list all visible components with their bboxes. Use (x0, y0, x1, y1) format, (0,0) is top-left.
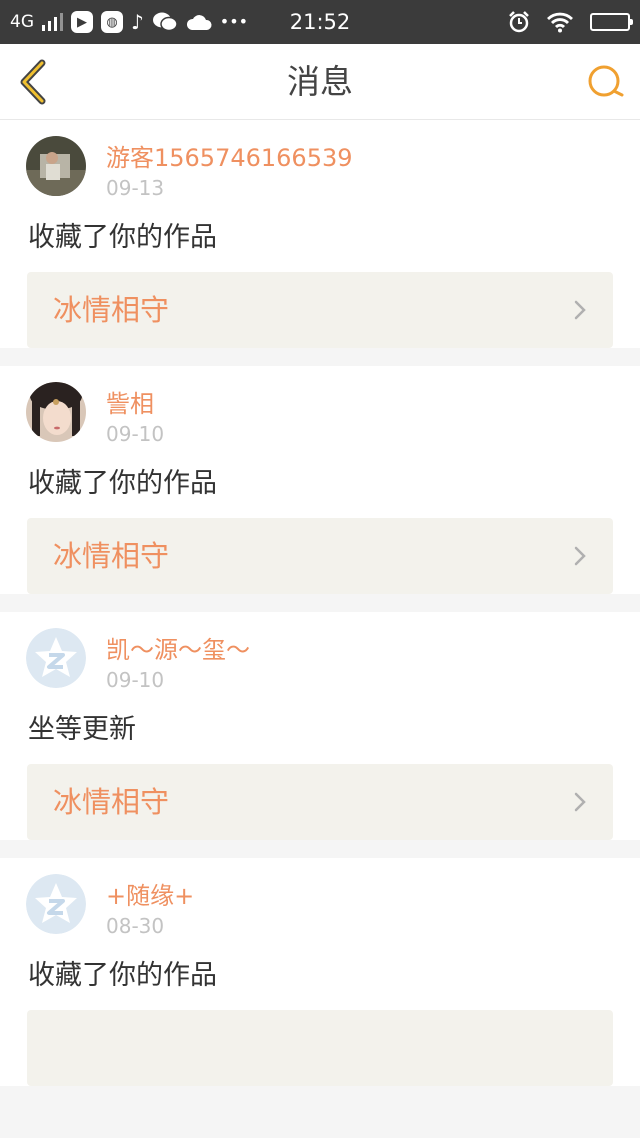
message-text: 收藏了你的作品 (28, 222, 217, 253)
chevron-right-icon (574, 792, 586, 812)
work-link[interactable] (27, 1010, 613, 1086)
message-text: 坐等更新 (28, 714, 136, 745)
message-date: 09-10 (106, 668, 165, 692)
message-card: +随缘+ 08-30 收藏了你的作品 (0, 858, 640, 1086)
work-link[interactable]: 冰情相守 (27, 518, 613, 594)
chevron-right-icon (574, 546, 586, 566)
page-title: 消息 (287, 62, 353, 101)
message-header: +随缘+ 08-30 (0, 858, 640, 948)
message-card: 游客1565746166539 09-13 收藏了你的作品 冰情相守 (0, 120, 640, 348)
status-bar: 4G ▶ ◍ ♪ ••• 21:52 (0, 0, 640, 44)
more-dots-icon: ••• (219, 12, 249, 31)
avatar[interactable] (26, 382, 86, 442)
work-link[interactable]: 冰情相守 (27, 272, 613, 348)
message-card: 訾相 09-10 收藏了你的作品 冰情相守 (0, 366, 640, 594)
default-qq-avatar-icon[interactable] (26, 874, 86, 934)
media-app-icon: ▶ (71, 11, 93, 33)
message-list: 游客1565746166539 09-13 收藏了你的作品 冰情相守 訾相 09… (0, 120, 640, 1104)
work-title: 冰情相守 (53, 785, 170, 819)
network-type: 4G (10, 12, 34, 32)
battery-icon (590, 13, 633, 31)
sender-name[interactable]: 凯～源～玺～ (106, 630, 250, 665)
message-header: 訾相 09-10 (0, 366, 640, 456)
status-right-group (508, 0, 633, 44)
signal-icon (42, 13, 63, 31)
work-title: 冰情相守 (53, 539, 170, 573)
sender-name[interactable]: 游客1565746166539 (106, 138, 353, 173)
music-app-icon: ♪ (131, 10, 144, 34)
cloud-icon (186, 15, 212, 30)
wechat-icon (152, 12, 178, 32)
top-nav-bar: 消息 (0, 44, 640, 120)
sender-name[interactable]: 訾相 (106, 384, 154, 419)
message-date: 09-10 (106, 422, 165, 446)
message-header: 凯～源～玺～ 09-10 (0, 612, 640, 702)
default-qq-avatar-icon[interactable] (26, 628, 86, 688)
sender-name[interactable]: +随缘+ (106, 876, 194, 911)
work-link[interactable]: 冰情相守 (27, 764, 613, 840)
message-text: 收藏了你的作品 (28, 468, 217, 499)
message-date: 08-30 (106, 914, 165, 938)
alarm-icon (509, 11, 529, 33)
message-card: 凯～源～玺～ 09-10 坐等更新 冰情相守 (0, 612, 640, 840)
message-text: 收藏了你的作品 (28, 960, 217, 991)
wifi-icon (547, 12, 573, 33)
status-left-group: 4G ▶ ◍ ♪ ••• (10, 0, 248, 44)
message-header: 游客1565746166539 09-13 (0, 120, 640, 210)
message-date: 09-13 (106, 176, 165, 200)
search-icon[interactable] (586, 62, 626, 102)
chevron-right-icon (574, 300, 586, 320)
globe-app-icon: ◍ (101, 11, 123, 33)
work-title: 冰情相守 (53, 293, 170, 327)
avatar[interactable] (26, 136, 86, 196)
